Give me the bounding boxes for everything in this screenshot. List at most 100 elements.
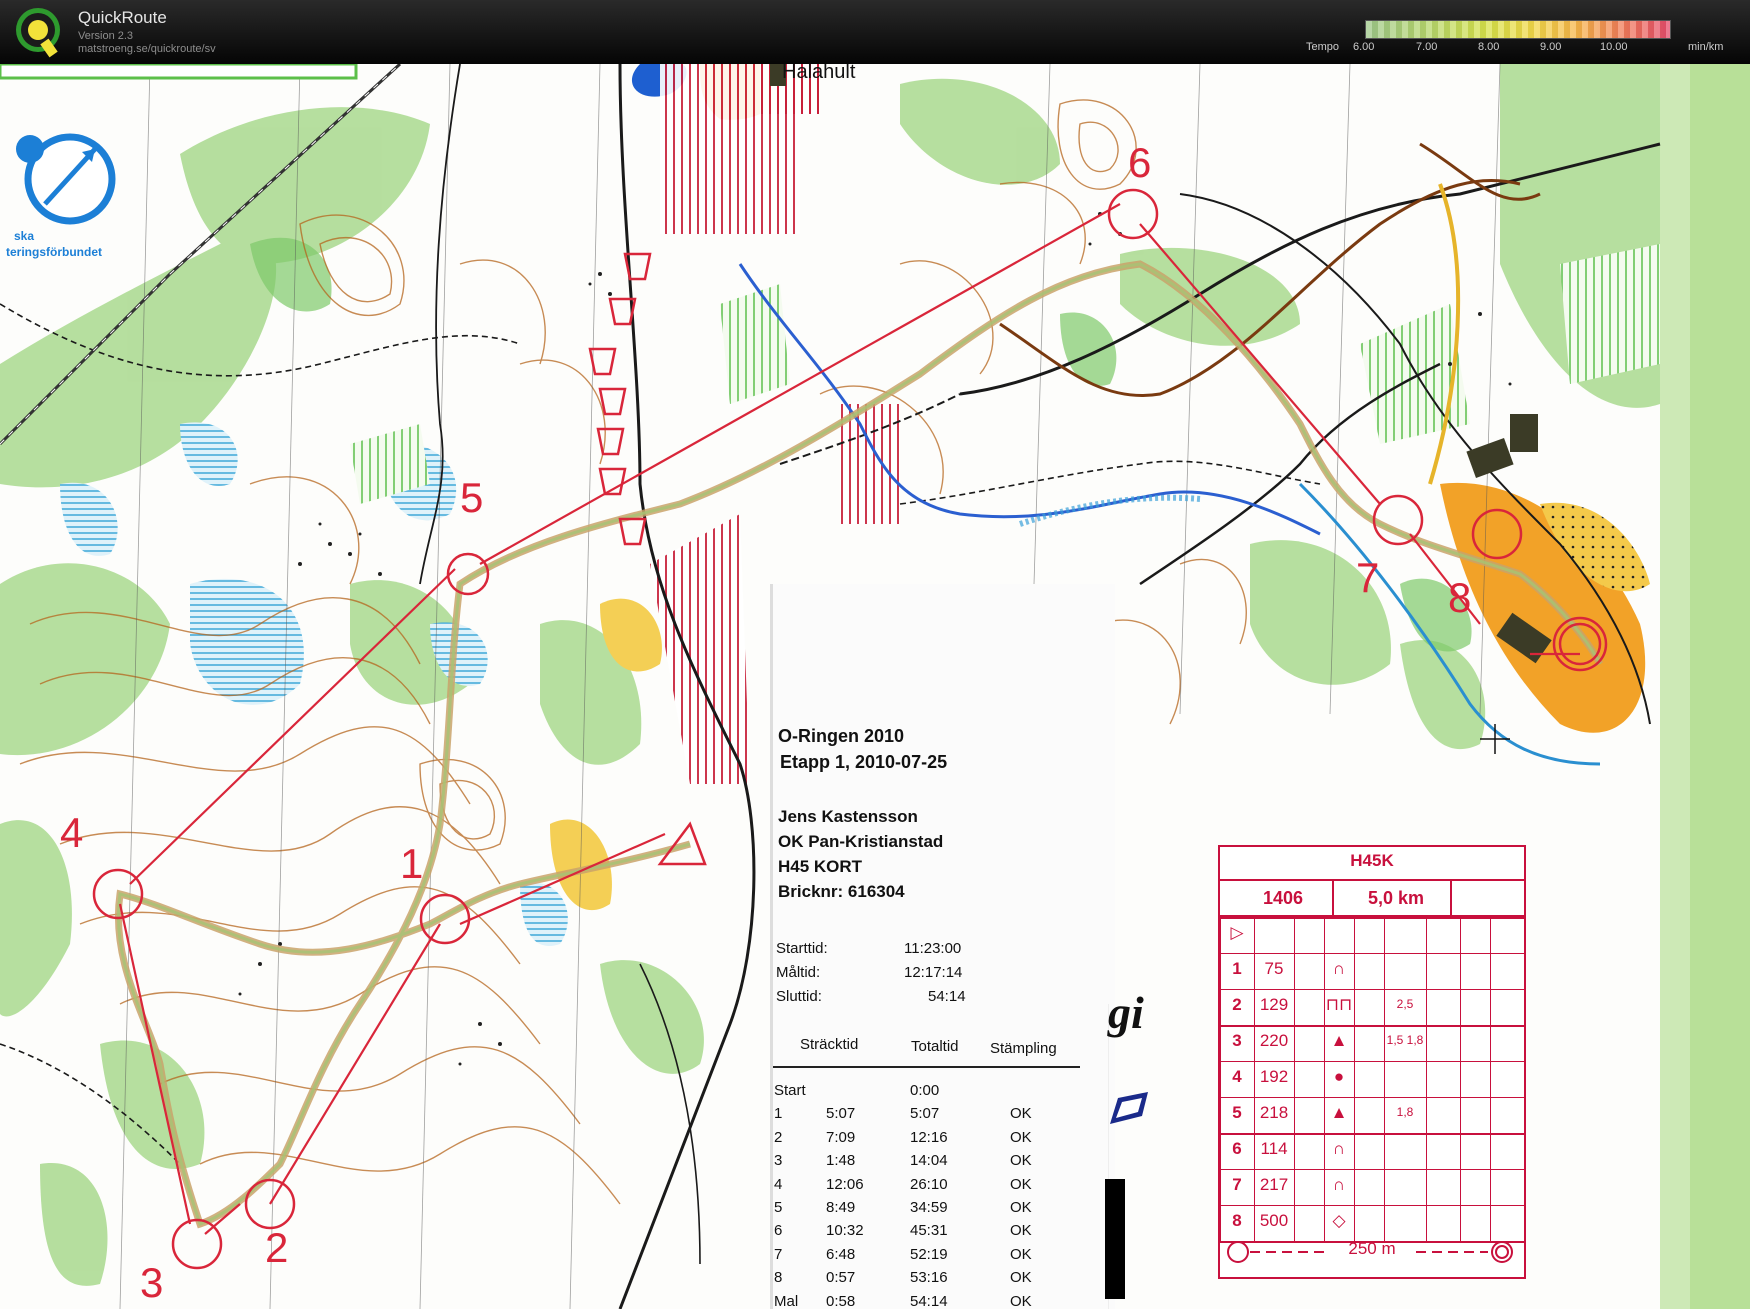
split-row-control: 5 (774, 1199, 783, 1216)
receipt-edge (770, 584, 773, 1309)
split-row-total: 53:16 (910, 1269, 948, 1287)
desc-control-number: 8 (1232, 1211, 1242, 1230)
total-time-value: 54:14 (928, 988, 966, 1005)
split-row-control: 4 (774, 1175, 783, 1193)
split-row-control: 8 (774, 1269, 783, 1287)
orienteering-map[interactable]: ska teringsförbundet Halahult 1 2 3 4 5 … (0, 64, 1750, 1309)
feature-symbol-icon: ∩ (1332, 1139, 1346, 1158)
desc-control-code: 114 (1260, 1139, 1288, 1158)
feature-symbol-icon: ● (1333, 1067, 1345, 1086)
desc-control-number: 6 (1232, 1139, 1242, 1158)
desc-grid-line (1294, 917, 1295, 1241)
receipt-stage: Etapp 1, 2010-07-25 (780, 752, 948, 772)
split-row-total: 0:00 (910, 1082, 940, 1099)
control-number-label: 7 (1356, 554, 1380, 601)
app-title: QuickRoute (78, 8, 167, 27)
tempo-tick: 6.00 (1353, 41, 1375, 53)
receipt-club: OK Pan-Kristianstad (778, 832, 944, 851)
split-row-control: 3 (774, 1152, 783, 1170)
start-time-label: Starttid: (776, 940, 828, 957)
app-url[interactable]: matstroeng.se/quickroute/sv (78, 43, 216, 55)
feature-symbol-icon: ◇ (1332, 1211, 1346, 1230)
control-number-label: 4 (60, 809, 84, 856)
desc-control-code: 218 (1259, 1103, 1289, 1122)
column-header-total: Totaltid (911, 1038, 959, 1055)
split-row-status: OK (1010, 1222, 1032, 1240)
desc-grid-line (1220, 917, 1524, 919)
feature-symbol-icon: ⊓⊓ (1325, 995, 1353, 1014)
tempo-tick: 8.00 (1478, 41, 1500, 53)
split-row-control: 2 (774, 1128, 783, 1146)
split-row-total: 5:07 (910, 1105, 940, 1123)
split-row-status: OK (1010, 1269, 1032, 1287)
tempo-color-scale (1365, 20, 1671, 39)
split-row-total: 45:31 (910, 1222, 948, 1240)
desc-control-code: 220 (1259, 1031, 1289, 1050)
desc-dimensions: 1,5 1,8 (1386, 1033, 1424, 1047)
desc-control-code: 217 (1259, 1175, 1289, 1194)
desc-dimensions: 2,5 (1396, 997, 1414, 1011)
result-receipt: O-Ringen 2010 Etapp 1, 2010-07-25 Jens K… (770, 584, 1115, 1309)
split-row-status: OK (1010, 1128, 1032, 1146)
finish-time-label: Måltid: (776, 964, 821, 981)
desc-course-code: 1406 (1262, 888, 1304, 908)
start-time-value: 11:23:00 (904, 940, 962, 957)
split-row-total: 54:14 (910, 1292, 948, 1309)
desc-grid-line (1384, 917, 1385, 1241)
receipt-divider (770, 1066, 1080, 1068)
feature-symbol-icon: ▲ (1330, 1031, 1348, 1050)
split-row-total: 34:59 (910, 1199, 948, 1216)
control-number-label: 8 (1448, 574, 1472, 621)
split-row-status: OK (1010, 1245, 1032, 1263)
split-row-control: Start (774, 1082, 806, 1099)
desc-control-number: 4 (1232, 1067, 1242, 1086)
finish-time-value: 12:17:14 (904, 964, 963, 981)
desc-control-number: 1 (1232, 959, 1242, 978)
desc-grid-line (1220, 1169, 1524, 1170)
feature-symbol-icon: ∩ (1332, 959, 1346, 978)
desc-grid-line (1490, 917, 1491, 1241)
total-time-label: Sluttid: (776, 988, 822, 1005)
sponsor-bar (1105, 1179, 1125, 1299)
desc-grid-line (1524, 917, 1525, 1241)
column-header-punch: Stämpling (990, 1040, 1057, 1057)
desc-grid-line (1426, 917, 1427, 1241)
split-row-leg: 10:32 (826, 1222, 864, 1240)
desc-dimensions: 1,8 (1396, 1105, 1414, 1119)
split-row-control: 1 (774, 1105, 783, 1123)
federation-text: ska (14, 229, 34, 243)
split-row-control: 6 (774, 1222, 783, 1240)
desc-control-code: 500 (1259, 1211, 1289, 1230)
desc-length: 5,0 km (1367, 888, 1425, 908)
receipt-class: H45 KORT (778, 857, 863, 876)
desc-class: H45K (1350, 851, 1394, 870)
split-row-total: 14:04 (910, 1152, 948, 1170)
desc-control-number: 5 (1232, 1103, 1242, 1122)
finish-route-icon (1227, 1241, 1513, 1263)
sponsor-logo-text: gi (1108, 987, 1144, 1038)
split-row-status: OK (1010, 1175, 1032, 1193)
desc-grid-line (1220, 1061, 1524, 1062)
desc-control-number: 7 (1232, 1175, 1242, 1194)
split-row-control: 7 (774, 1245, 783, 1263)
split-row-total: 52:19 (910, 1245, 948, 1263)
control-number-label: 3 (140, 1259, 164, 1306)
tempo-label: Tempo (1306, 41, 1340, 53)
column-header-split: Sträcktid (800, 1036, 859, 1053)
place-name: Halahult (782, 64, 856, 83)
split-row-total: 26:10 (910, 1175, 948, 1193)
desc-grid-line (1220, 989, 1524, 990)
desc-grid-line (1220, 1025, 1524, 1027)
desc-control-number: 2 (1232, 995, 1242, 1014)
control-number-label: 6 (1128, 139, 1152, 186)
receipt-card: Bricknr: 616304 (778, 882, 905, 901)
feature-symbol-icon: ▲ (1330, 1103, 1348, 1122)
tempo-tick: 9.00 (1540, 41, 1562, 53)
control-description-sheet: H45K 1406 5,0 km ▷ 1 75 ∩ 2 129 ⊓⊓ 2,5 3 220 ▲ 1,5 … (1218, 845, 1526, 1279)
desc-control-code: 75 (1264, 959, 1284, 978)
split-row-leg: 12:06 (826, 1175, 864, 1193)
receipt-event: O-Ringen 2010 (778, 726, 905, 746)
split-row-leg: 0:57 (826, 1269, 856, 1287)
split-row-status: OK (1010, 1105, 1032, 1123)
desc-grid-line (1220, 1133, 1524, 1135)
